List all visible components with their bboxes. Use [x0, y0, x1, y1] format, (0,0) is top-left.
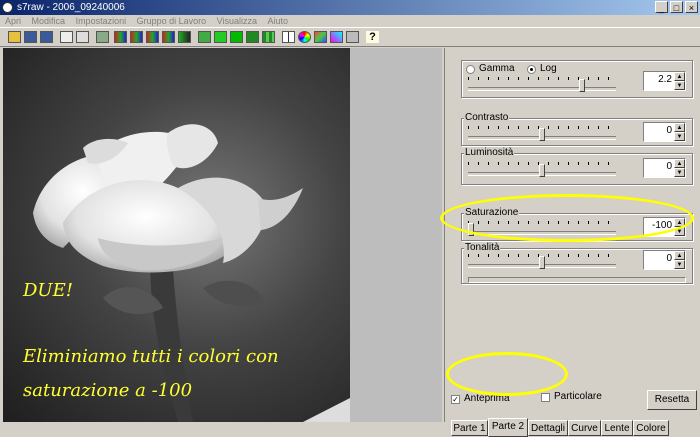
tab-colore[interactable]: Colore: [633, 420, 669, 436]
tonality-scrollbar[interactable]: [468, 277, 686, 283]
menu-visualizza[interactable]: Visualizza: [217, 16, 257, 26]
tab-parte-1[interactable]: Parte 1: [451, 420, 488, 436]
gamma-group: Gamma Log 2.2 ▲ ▼: [461, 60, 693, 98]
window-icon[interactable]: [346, 31, 359, 43]
saturation-highlight: [440, 194, 694, 242]
rgb-icon[interactable]: [114, 31, 127, 43]
toolbar: ?: [0, 27, 700, 47]
settings-icon[interactable]: [96, 31, 109, 43]
spin-up-icon[interactable]: ▲: [674, 159, 685, 168]
preview-checkbox[interactable]: ✓: [451, 395, 460, 404]
gamma-spinbox[interactable]: 2.2 ▲ ▼: [643, 71, 686, 91]
tonality-value: 0: [666, 253, 672, 264]
layers-icon[interactable]: [198, 31, 211, 43]
reset-button[interactable]: Resetta: [647, 390, 697, 410]
contrast-spinbox[interactable]: 0 ▲ ▼: [643, 122, 686, 142]
green-square-icon[interactable]: [246, 31, 259, 43]
tab-lente[interactable]: Lente: [601, 420, 633, 436]
rgb-icon[interactable]: [162, 31, 175, 43]
tab-dettagli[interactable]: Dettagli: [528, 420, 568, 436]
menu-gruppo-di-lavoro[interactable]: Gruppo di Lavoro: [137, 16, 207, 26]
menu-aiuto[interactable]: Aiuto: [268, 16, 289, 26]
slider-thumb[interactable]: [539, 256, 545, 269]
contrast-group: Contrasto 0 ▲ ▼: [461, 112, 693, 146]
overlay-line-1: Eliminiamo tutti i colori con: [23, 346, 279, 367]
palette-icon[interactable]: [314, 31, 327, 43]
spin-down-icon[interactable]: ▼: [674, 81, 685, 90]
help-icon[interactable]: ?: [366, 31, 379, 43]
slider-thumb[interactable]: [579, 79, 585, 92]
paste-icon[interactable]: [76, 31, 89, 43]
particular-label: Particolare: [554, 391, 602, 402]
copy-icon[interactable]: [60, 31, 73, 43]
menu-apri[interactable]: Apri: [5, 16, 21, 26]
rgb-icon[interactable]: [130, 31, 143, 43]
rgb-icon[interactable]: [146, 31, 159, 43]
menu-bar: Apri Modifica Impostazioni Gruppo di Lav…: [0, 15, 700, 27]
save-icon[interactable]: [24, 31, 37, 43]
spin-up-icon[interactable]: ▲: [674, 251, 685, 260]
tonality-group: Tonalità 0 ▲ ▼: [461, 242, 693, 284]
spin-down-icon[interactable]: ▼: [674, 132, 685, 141]
gamma-slider[interactable]: [468, 73, 616, 95]
brightness-slider[interactable]: [468, 158, 616, 180]
brightness-spinbox[interactable]: 0 ▲ ▼: [643, 158, 686, 178]
slider-thumb[interactable]: [539, 164, 545, 177]
particular-checkbox[interactable]: [541, 393, 550, 402]
tab-highlight: [446, 352, 568, 396]
image-preview: DUE! Eliminiamo tutti i colori con satur…: [3, 48, 350, 422]
close-button[interactable]: ×: [685, 1, 698, 13]
menu-modifica[interactable]: Modifica: [32, 16, 66, 26]
spin-up-icon[interactable]: ▲: [674, 72, 685, 81]
spin-down-icon[interactable]: ▼: [674, 168, 685, 177]
slider-thumb[interactable]: [539, 128, 545, 141]
contrast-slider[interactable]: [468, 122, 616, 144]
rgb-icon[interactable]: [178, 31, 191, 43]
app-icon: [2, 2, 13, 13]
grid-icon[interactable]: [282, 31, 295, 43]
green-grid-icon[interactable]: [262, 31, 275, 43]
gamma-value: 2.2: [658, 74, 672, 85]
brightness-group: Luminosità 0 ▲ ▼: [461, 147, 693, 185]
spin-down-icon[interactable]: ▼: [674, 260, 685, 269]
overlay-title: DUE!: [23, 280, 73, 301]
window-title: s7raw - 2006_09240006: [17, 2, 125, 13]
green-square-icon[interactable]: [230, 31, 243, 43]
green-square-icon[interactable]: [214, 31, 227, 43]
contrast-value: 0: [666, 125, 672, 136]
dropper-icon[interactable]: [330, 31, 343, 43]
tonality-spinbox[interactable]: 0 ▲ ▼: [643, 250, 686, 270]
tab-parte-2[interactable]: Parte 2: [488, 418, 528, 437]
canvas-background: [350, 48, 442, 422]
save-as-icon[interactable]: [40, 31, 53, 43]
title-bar: s7raw - 2006_09240006 _ □ ×: [0, 0, 700, 15]
maximize-button[interactable]: □: [670, 1, 683, 13]
tonality-slider[interactable]: [468, 250, 616, 272]
tab-curve[interactable]: Curve: [568, 420, 601, 436]
minimize-button[interactable]: _: [655, 1, 668, 13]
color-wheel-icon[interactable]: [298, 31, 311, 43]
spin-up-icon[interactable]: ▲: [674, 123, 685, 132]
open-icon[interactable]: [8, 31, 21, 43]
brightness-label: Luminosità: [464, 147, 515, 158]
menu-impostazioni[interactable]: Impostazioni: [76, 16, 127, 26]
brightness-value: 0: [666, 161, 672, 172]
overlay-line-2: saturazione a -100: [23, 380, 193, 401]
